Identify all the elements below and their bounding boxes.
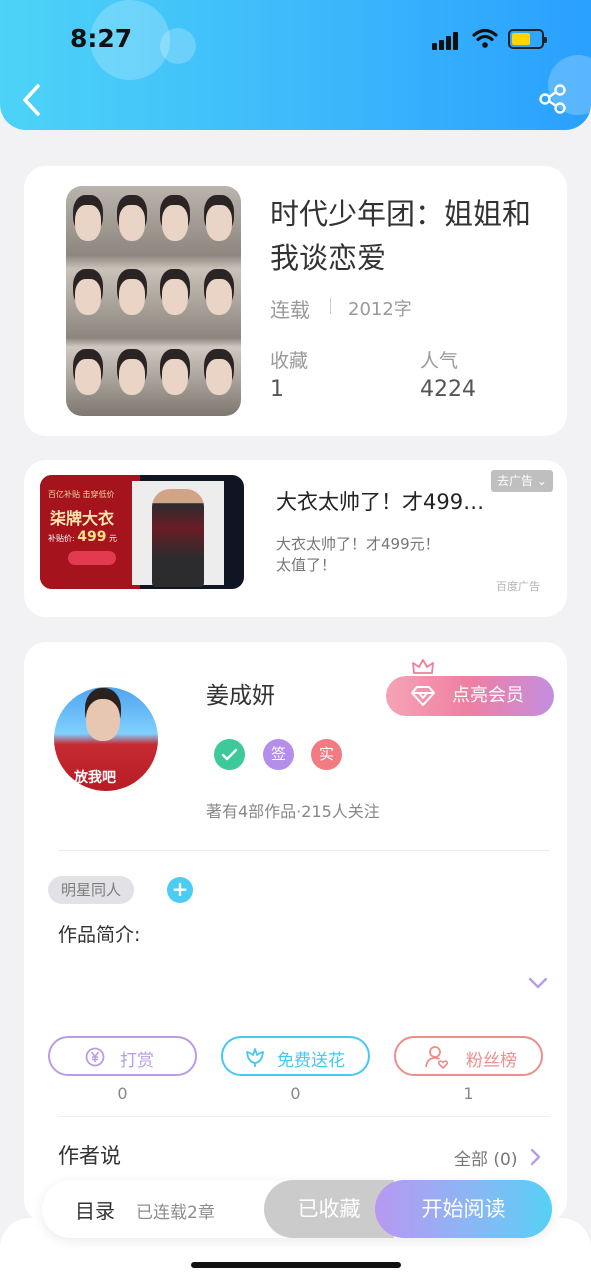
favorites-label: 收藏 xyxy=(270,350,309,372)
tip-button[interactable]: 打赏 xyxy=(48,1036,197,1076)
fan-ranking-button[interactable]: 粉丝榜 xyxy=(394,1036,543,1076)
back-button[interactable] xyxy=(18,82,46,118)
divider xyxy=(58,850,550,851)
share-button[interactable] xyxy=(538,84,568,114)
author-says-title: 作者说 xyxy=(58,1144,121,1168)
chevron-down-icon[interactable] xyxy=(527,976,549,990)
book-cover-image[interactable] xyxy=(66,186,241,416)
author-stats: 著有4部作品·215人关注 xyxy=(206,802,380,821)
cellular-signal-icon xyxy=(432,30,462,50)
flower-icon xyxy=(246,1048,264,1067)
top-header: 8:27 xyxy=(0,0,591,130)
decor-bubble xyxy=(160,28,196,64)
avatar-caption: 放我吧 xyxy=(74,770,116,786)
fan-ranking-label: 粉丝榜 xyxy=(466,1051,517,1071)
bottom-action-bar: 目录 已连载2章 已收藏 开始阅读 xyxy=(42,1180,552,1238)
verified-badge: 实 xyxy=(311,739,342,770)
honor-badge-icon xyxy=(214,739,245,770)
chapter-count: 已连载2章 xyxy=(136,1203,215,1223)
popularity-value: 4224 xyxy=(420,377,476,402)
author-says-all-link[interactable]: 全部 (0) xyxy=(454,1145,517,1170)
ad-banner-button xyxy=(68,551,116,565)
book-title: 时代少年团：姐姐和我谈恋爱 xyxy=(270,197,532,275)
ad-banner-image[interactable]: 百亿补贴 击穿低价 柒牌大衣 补贴价: 499 元 xyxy=(40,475,244,589)
popularity-label: 人气 xyxy=(420,350,459,372)
fan-count: 1 xyxy=(463,1084,474,1103)
ad-banner-brand: 柒牌大衣 xyxy=(50,509,115,528)
favorites-value: 1 xyxy=(270,377,284,402)
ad-title[interactable]: 大衣太帅了！才499… xyxy=(276,486,526,516)
author-name[interactable]: 姜成妍 xyxy=(206,676,275,710)
signed-badge: 签 xyxy=(263,739,294,770)
intro-label: 作品简介: xyxy=(58,924,141,946)
remove-ad-button[interactable]: 去广告 ⌄ xyxy=(491,470,553,492)
tip-count: 0 xyxy=(117,1084,128,1103)
flower-count: 0 xyxy=(290,1084,301,1103)
book-status: 连载 xyxy=(270,298,310,322)
author-card: 放我吧 姜成妍 点亮会员 签 实 著有4部作品·215人关注 明星同人 + 作品… xyxy=(24,642,567,1222)
ad-source: 百度广告 xyxy=(496,580,540,593)
author-avatar[interactable]: 放我吧 xyxy=(54,687,158,791)
battery-icon xyxy=(508,29,547,49)
wifi-icon xyxy=(472,28,498,48)
ad-model-figure xyxy=(152,489,204,587)
chevron-down-icon: ⌄ xyxy=(536,474,547,488)
vip-button-label: 点亮会员 xyxy=(452,685,524,706)
tip-button-label: 打赏 xyxy=(120,1051,154,1071)
ad-card[interactable]: 百亿补贴 击穿低价 柒牌大衣 补贴价: 499 元 大衣太帅了！才499… 大衣… xyxy=(24,460,567,617)
status-time: 8:27 xyxy=(70,24,133,53)
yen-coin-icon xyxy=(85,1047,105,1067)
toc-button[interactable]: 目录 xyxy=(75,1195,115,1224)
add-tag-button[interactable]: + xyxy=(167,877,193,903)
word-count: 2012字 xyxy=(348,299,412,320)
divider xyxy=(58,1116,550,1117)
book-info-card: 时代少年团：姐姐和我谈恋爱 连载 2012字 收藏 1 人气 4224 xyxy=(24,166,567,436)
ad-description: 大衣太帅了！才499元！太值了！ xyxy=(276,535,440,574)
ad-banner-price: 补贴价: 499 元 xyxy=(48,529,118,545)
chevron-right-icon[interactable] xyxy=(529,1147,543,1167)
diamond-icon xyxy=(411,686,435,706)
crown-icon xyxy=(412,659,434,674)
home-indicator[interactable] xyxy=(191,1262,401,1268)
send-flower-button[interactable]: 免费送花 xyxy=(221,1036,370,1076)
user-heart-icon xyxy=(425,1046,449,1069)
start-reading-button[interactable]: 开始阅读 xyxy=(375,1180,552,1238)
send-flower-label: 免费送花 xyxy=(277,1051,345,1071)
divider xyxy=(330,298,331,314)
vip-button[interactable]: 点亮会员 xyxy=(386,676,554,716)
ad-banner-tagline: 百亿补贴 击穿低价 xyxy=(48,490,115,499)
genre-tag[interactable]: 明星同人 xyxy=(48,876,135,904)
